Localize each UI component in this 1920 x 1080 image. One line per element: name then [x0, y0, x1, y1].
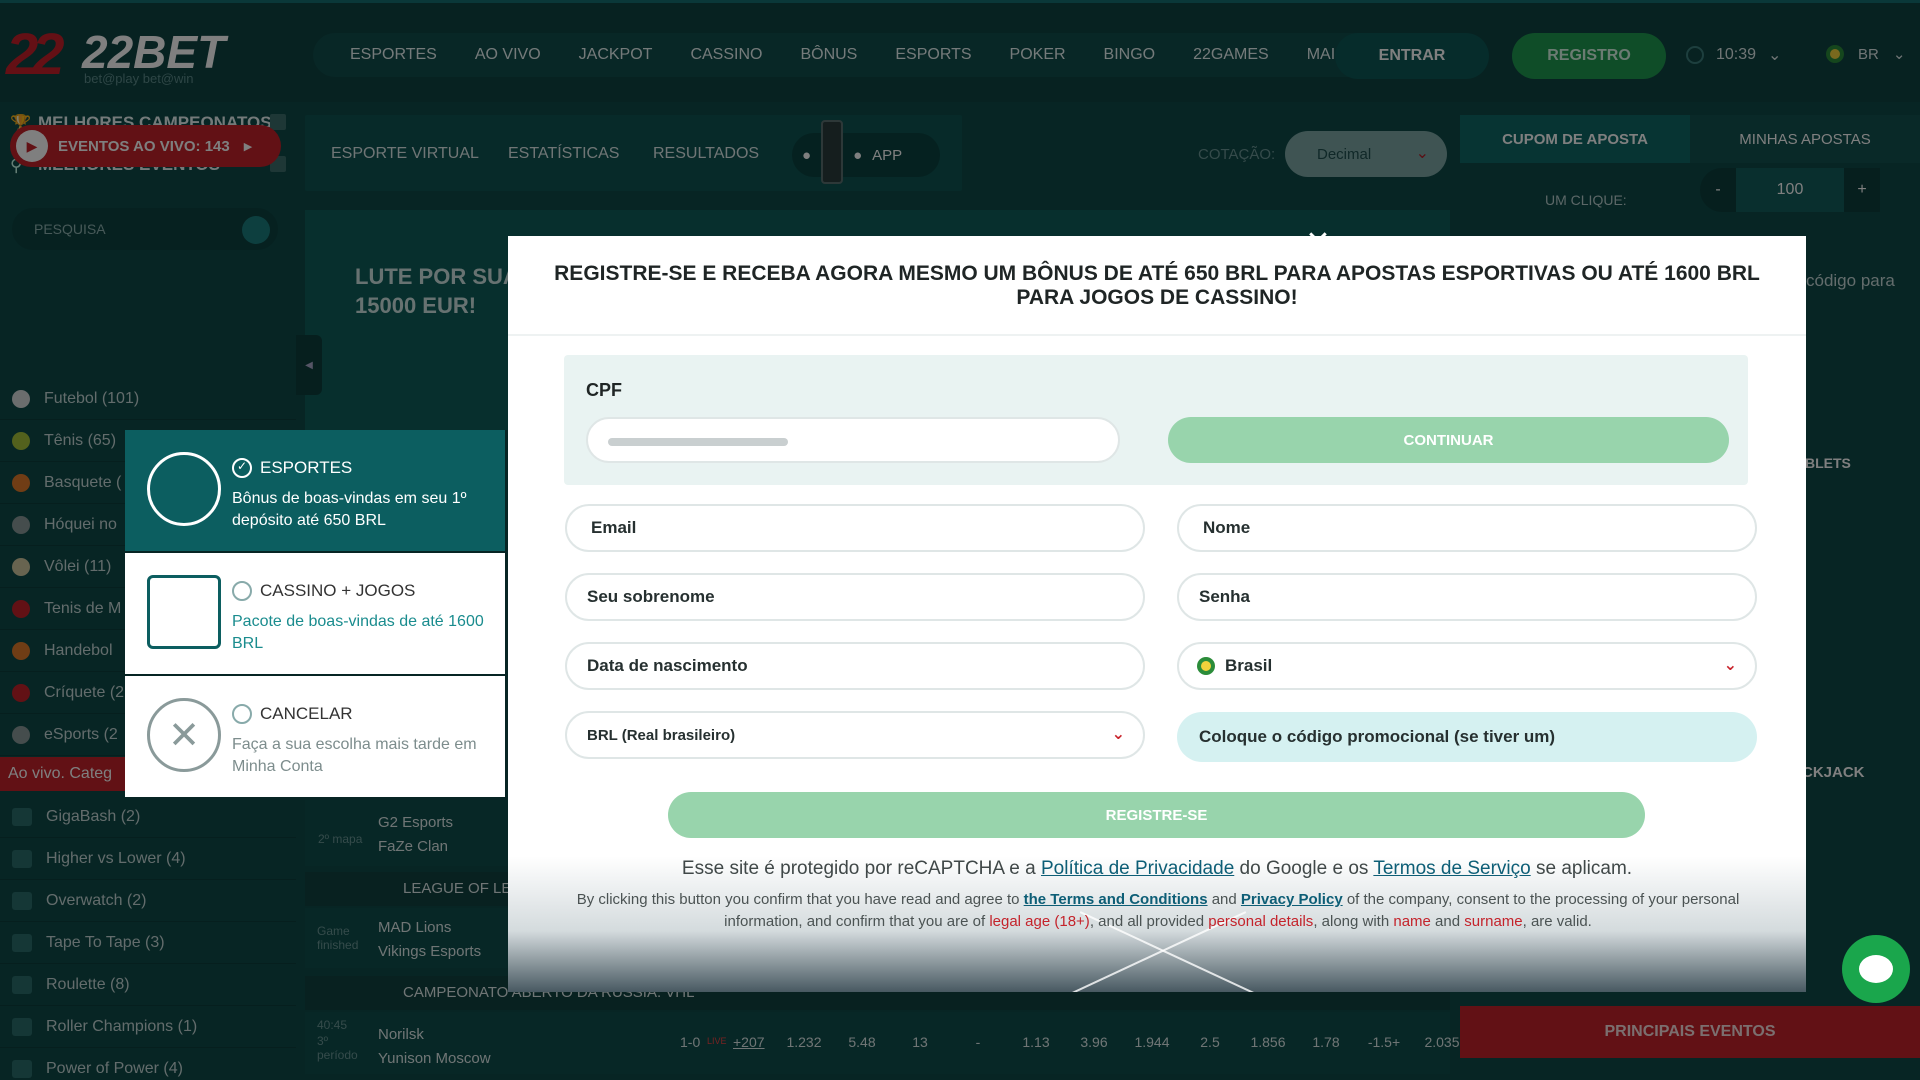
chevron-down-icon: ⌄	[1723, 655, 1737, 674]
bonus-option-sports[interactable]: ESPORTES Bônus de boas-vindas em seu 1º …	[125, 430, 505, 551]
radio-unchecked-icon	[232, 581, 252, 601]
name-field[interactable]: Nome	[1177, 504, 1757, 552]
password-field[interactable]: Senha	[1177, 573, 1757, 621]
company-privacy-link[interactable]: Privacy Policy	[1241, 891, 1343, 908]
modal-title: REGISTRE-SE E RECEBA AGORA MESMO UM BÔNU…	[554, 262, 1760, 309]
soccer-ball-icon	[147, 452, 221, 526]
email-field[interactable]: Email	[565, 504, 1145, 552]
promo-code-field[interactable]: Coloque o código promocional (se tiver u…	[1177, 712, 1757, 762]
birthdate-field[interactable]: Data de nascimento	[565, 642, 1145, 690]
terms-notice: By clicking this button you confirm that…	[576, 891, 1740, 930]
cpf-label: CPF	[586, 380, 622, 400]
privacy-policy-link[interactable]: Política de Privacidade	[1041, 858, 1234, 879]
chat-bubble-icon	[1859, 955, 1893, 983]
radio-unchecked-icon	[232, 704, 252, 724]
bonus-option-casino[interactable]: CASSINO + JOGOS Pacote de boas-vindas de…	[125, 553, 505, 674]
bonus-option-cancel[interactable]: ✕ CANCELAR Faça a sua escolha mais tarde…	[125, 676, 505, 797]
recaptcha-notice: Esse site é protegido por reCAPTCHA e a …	[681, 858, 1633, 879]
chat-button[interactable]	[1842, 935, 1910, 1003]
cancel-x-icon: ✕	[147, 698, 221, 772]
terms-of-service-link[interactable]: Termos de Serviço	[1373, 858, 1530, 879]
currency-select[interactable]: BRL (Real brasileiro) ⌄	[565, 711, 1145, 759]
brazil-flag-icon	[1197, 657, 1215, 675]
surname-field[interactable]: Seu sobrenome	[565, 573, 1145, 621]
radio-checked-icon	[232, 458, 252, 478]
cpf-input[interactable]	[586, 417, 1120, 463]
continue-button[interactable]: CONTINUAR	[1168, 417, 1729, 463]
register-submit-button[interactable]: REGISTRE-SE	[668, 792, 1645, 838]
close-icon[interactable]: ✕	[1303, 228, 1333, 258]
bonus-picker: ESPORTES Bônus de boas-vindas em seu 1º …	[125, 430, 505, 798]
registration-modal: REGISTRE-SE E RECEBA AGORA MESMO UM BÔNU…	[508, 236, 1806, 992]
cpf-section: CPF CONTINUAR	[564, 355, 1748, 485]
casino-chips-icon	[147, 575, 221, 649]
terms-conditions-link[interactable]: the Terms and Conditions	[1024, 891, 1208, 908]
chevron-down-icon: ⌄	[1111, 724, 1125, 743]
country-select[interactable]: Brasil ⌄	[1177, 642, 1757, 690]
